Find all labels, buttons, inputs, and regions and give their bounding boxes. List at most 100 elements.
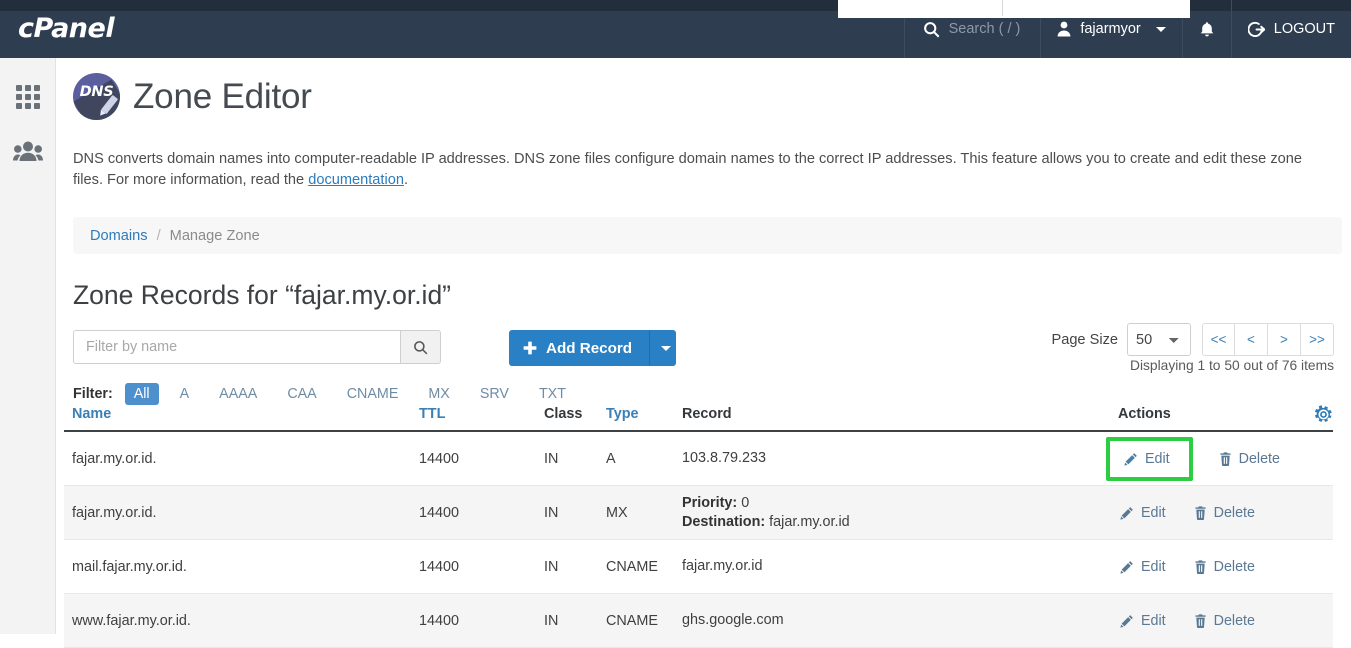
table-settings-button[interactable] bbox=[1309, 404, 1333, 424]
bell-icon bbox=[1199, 21, 1215, 38]
cell-type: CNAME bbox=[606, 612, 658, 629]
pencil-icon bbox=[1124, 452, 1138, 466]
record-destination-line: Destination: fajar.my.or.id bbox=[682, 513, 1094, 532]
cell-actions: Edit Delete bbox=[1094, 436, 1309, 481]
cell-type: MX bbox=[606, 504, 628, 521]
record-priority-label: Priority: bbox=[682, 494, 738, 511]
delete-record-button[interactable]: Delete bbox=[1192, 555, 1257, 579]
cell-type: CNAME bbox=[606, 558, 658, 575]
users-icon bbox=[13, 140, 43, 162]
breadcrumb-separator: / bbox=[156, 227, 161, 244]
cell-name: www.fajar.my.or.id. bbox=[72, 612, 191, 629]
delete-label: Delete bbox=[1213, 504, 1255, 521]
breadcrumb: Domains / Manage Zone bbox=[73, 217, 1342, 254]
trash-icon bbox=[1194, 559, 1207, 574]
delete-record-button[interactable]: Delete bbox=[1217, 447, 1282, 471]
cell-record: fajar.my.or.id bbox=[682, 558, 763, 574]
cell-type: A bbox=[606, 450, 616, 467]
pagination-next-button[interactable]: > bbox=[1268, 323, 1301, 356]
search-icon bbox=[923, 21, 940, 38]
add-record-group: Add Record bbox=[509, 330, 677, 366]
user-icon bbox=[1057, 21, 1071, 37]
pagination-last-button[interactable]: >> bbox=[1301, 323, 1334, 356]
dns-icon: DNS bbox=[73, 73, 120, 120]
page-title-text: Zone Editor bbox=[133, 76, 312, 116]
logout-button[interactable]: LOGOUT bbox=[1230, 0, 1351, 58]
column-header-class: Class bbox=[544, 406, 583, 422]
filter-by-name-group bbox=[73, 330, 441, 364]
logout-label: LOGOUT bbox=[1273, 21, 1335, 37]
delete-label: Delete bbox=[1213, 558, 1255, 575]
edit-record-button[interactable]: Edit bbox=[1118, 555, 1168, 579]
zone-records-table: Name TTL Class Type Record Actions fajar… bbox=[64, 398, 1333, 648]
cell-name: mail.fajar.my.or.id. bbox=[72, 558, 187, 575]
page-title: DNS Zone Editor bbox=[73, 73, 1334, 120]
documentation-link[interactable]: documentation bbox=[308, 172, 404, 188]
edit-record-button[interactable]: Edit bbox=[1118, 501, 1168, 525]
logout-icon bbox=[1247, 21, 1265, 38]
filter-search-button[interactable] bbox=[400, 330, 441, 364]
add-record-button[interactable]: Add Record bbox=[509, 330, 650, 366]
pagination-prev-button[interactable]: < bbox=[1235, 323, 1268, 356]
chevron-down-icon bbox=[1155, 26, 1166, 32]
column-header-record: Record bbox=[682, 405, 732, 422]
breadcrumb-current: Manage Zone bbox=[169, 227, 260, 244]
delete-record-button[interactable]: Delete bbox=[1192, 501, 1257, 525]
record-priority-line: Priority: 0 bbox=[682, 494, 1094, 513]
edit-record-button[interactable]: Edit bbox=[1122, 447, 1172, 471]
cell-actions: Edit Delete bbox=[1094, 555, 1309, 579]
cell-ttl: 14400 bbox=[419, 504, 460, 521]
trash-icon bbox=[1219, 451, 1232, 466]
edit-label: Edit bbox=[1141, 612, 1166, 629]
page-description: DNS converts domain names into computer-… bbox=[73, 149, 1334, 191]
edit-label: Edit bbox=[1141, 558, 1166, 575]
zone-records-heading: Zone Records for “fajar.my.or.id” bbox=[73, 280, 452, 310]
search-input-placeholder[interactable]: Search ( / ) bbox=[949, 21, 1021, 37]
breadcrumb-domains[interactable]: Domains bbox=[90, 228, 148, 244]
pagination-controls: Page Size 50 << < > >> bbox=[1051, 323, 1334, 356]
trash-icon bbox=[1194, 613, 1207, 628]
displaying-count: Displaying 1 to 50 out of 76 items bbox=[1129, 358, 1334, 373]
table-row: fajar.my.or.id. 14400 IN MX Priority: 0 … bbox=[64, 486, 1333, 540]
page-size-select[interactable]: 50 bbox=[1127, 323, 1191, 356]
column-header-ttl[interactable]: TTL bbox=[419, 406, 544, 422]
page-size-label: Page Size bbox=[1051, 331, 1118, 348]
sidebar-item-apps[interactable] bbox=[0, 70, 56, 124]
cell-name: fajar.my.or.id. bbox=[72, 450, 157, 467]
cpanel-logo[interactable]: cPanel bbox=[18, 13, 115, 44]
trash-icon bbox=[1194, 505, 1207, 520]
add-record-dropdown-button[interactable] bbox=[649, 330, 677, 366]
sidebar-item-users[interactable] bbox=[0, 124, 56, 178]
description-text-1: DNS converts domain names into computer-… bbox=[73, 151, 1302, 188]
cell-actions: Edit Delete bbox=[1094, 501, 1309, 525]
edit-highlight-box: Edit bbox=[1106, 436, 1193, 481]
main-content: DNS Zone Editor DNS converts domain name… bbox=[56, 58, 1351, 648]
table-row: mail.fajar.my.or.id. 14400 IN CNAME faja… bbox=[64, 540, 1333, 594]
apps-grid-icon bbox=[15, 84, 41, 110]
plus-icon bbox=[523, 341, 537, 355]
cell-record: Priority: 0 Destination: fajar.my.or.id bbox=[682, 494, 1094, 532]
cell-actions: Edit Delete bbox=[1094, 609, 1309, 633]
pencil-icon bbox=[1120, 506, 1134, 520]
description-text-2: . bbox=[403, 172, 409, 188]
column-header-name[interactable]: Name bbox=[64, 406, 419, 422]
cell-record: 103.8.79.233 bbox=[682, 450, 767, 466]
filter-name-input[interactable] bbox=[73, 330, 400, 364]
add-record-label: Add Record bbox=[546, 339, 633, 357]
pencil-icon bbox=[1120, 614, 1134, 628]
pagination-first-button[interactable]: << bbox=[1202, 323, 1235, 356]
edit-label: Edit bbox=[1145, 450, 1170, 467]
chevron-down-icon bbox=[661, 345, 672, 351]
delete-record-button[interactable]: Delete bbox=[1192, 609, 1257, 633]
username-label: fajarmyor bbox=[1080, 21, 1141, 37]
column-header-type[interactable]: Type bbox=[606, 406, 682, 422]
column-header-actions: Actions bbox=[1118, 406, 1171, 422]
cell-ttl: 14400 bbox=[419, 558, 460, 575]
cell-class: IN bbox=[544, 558, 559, 575]
record-priority-value: 0 bbox=[741, 494, 750, 511]
cell-class: IN bbox=[544, 504, 559, 521]
delete-label: Delete bbox=[1213, 612, 1255, 629]
record-destination-value: fajar.my.or.id bbox=[769, 513, 850, 530]
edit-record-button[interactable]: Edit bbox=[1118, 609, 1168, 633]
gear-icon bbox=[1314, 404, 1333, 424]
